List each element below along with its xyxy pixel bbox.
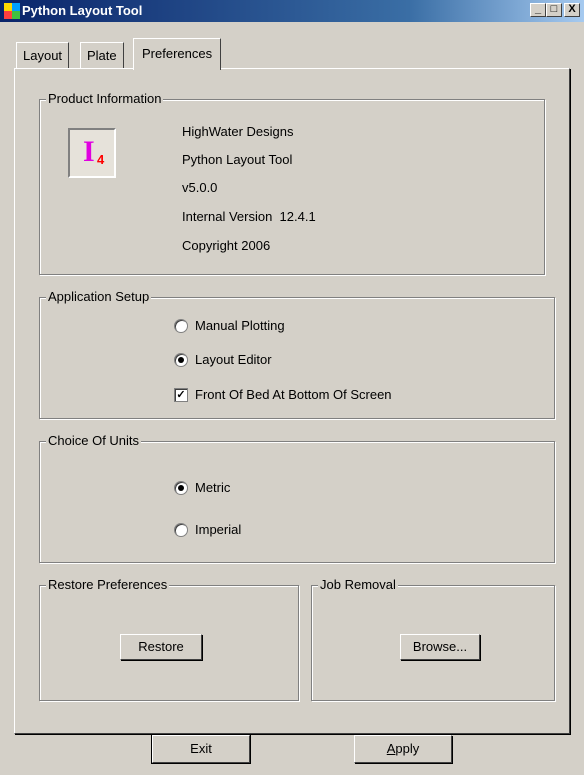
maximize-button[interactable]: □ xyxy=(546,3,562,17)
restore-preferences-legend: Restore Preferences xyxy=(46,577,170,592)
layout-editor-radio[interactable] xyxy=(174,352,188,367)
window-title: Python Layout Tool xyxy=(22,3,143,18)
choice-of-units-group: Choice Of Units Metric Imperial xyxy=(39,433,555,563)
layout-editor-label: Layout Editor xyxy=(195,352,272,367)
exit-button[interactable]: Exit xyxy=(151,734,251,764)
logo-letter: I xyxy=(83,135,95,168)
front-of-bed-option[interactable]: ✓ Front Of Bed At Bottom Of Screen xyxy=(174,387,392,402)
version-text: v5.0.0 xyxy=(182,180,218,195)
preferences-panel: Product Information I 4 HighWater Design… xyxy=(14,68,570,734)
imperial-radio[interactable] xyxy=(174,522,188,537)
copyright-text: Copyright 2006 xyxy=(182,238,271,253)
restore-preferences-group: Restore Preferences Restore xyxy=(39,577,299,701)
tab-preferences[interactable]: Preferences xyxy=(133,38,222,70)
browse-button[interactable]: Browse... xyxy=(400,634,480,660)
manual-plotting-option[interactable]: Manual Plotting xyxy=(174,318,285,333)
imperial-label: Imperial xyxy=(195,522,242,537)
choice-of-units-legend: Choice Of Units xyxy=(46,433,142,448)
metric-label: Metric xyxy=(195,480,231,495)
metric-option[interactable]: Metric xyxy=(174,480,230,495)
metric-radio[interactable] xyxy=(174,480,188,495)
product-name: Python Layout Tool xyxy=(182,152,293,167)
restore-button[interactable]: Restore xyxy=(120,634,202,660)
title-bar[interactable]: Python Layout Tool _ □ X xyxy=(0,0,584,22)
application-setup-group: Application Setup Manual Plotting Layout… xyxy=(39,289,555,419)
job-removal-group: Job Removal Browse... xyxy=(311,577,555,701)
internal-version-text: Internal Version 12.4.1 xyxy=(182,209,316,224)
company-name: HighWater Designs xyxy=(182,124,294,139)
product-information-legend: Product Information xyxy=(46,91,164,106)
layout-editor-option[interactable]: Layout Editor xyxy=(174,352,272,367)
apply-button[interactable]: Apply xyxy=(354,735,452,763)
product-logo: I 4 xyxy=(68,128,116,178)
imperial-option[interactable]: Imperial xyxy=(174,522,241,537)
close-button[interactable]: X xyxy=(564,3,580,17)
front-of-bed-checkbox[interactable]: ✓ xyxy=(174,387,188,402)
product-information-group: Product Information I 4 HighWater Design… xyxy=(39,91,545,275)
manual-plotting-radio[interactable] xyxy=(174,318,188,333)
minimize-button[interactable]: _ xyxy=(530,3,546,17)
job-removal-legend: Job Removal xyxy=(318,577,398,592)
tab-layout[interactable]: Layout xyxy=(16,42,70,68)
app-icon xyxy=(4,3,20,19)
manual-plotting-label: Manual Plotting xyxy=(195,318,285,333)
front-of-bed-label: Front Of Bed At Bottom Of Screen xyxy=(195,387,392,402)
tab-plate[interactable]: Plate xyxy=(80,42,124,68)
apply-label-rest: pply xyxy=(395,741,420,756)
main-window: Python Layout Tool _ □ X Layout Plate Pr… xyxy=(0,0,584,775)
logo-subscript: 4 xyxy=(97,152,105,167)
application-setup-legend: Application Setup xyxy=(46,289,152,304)
